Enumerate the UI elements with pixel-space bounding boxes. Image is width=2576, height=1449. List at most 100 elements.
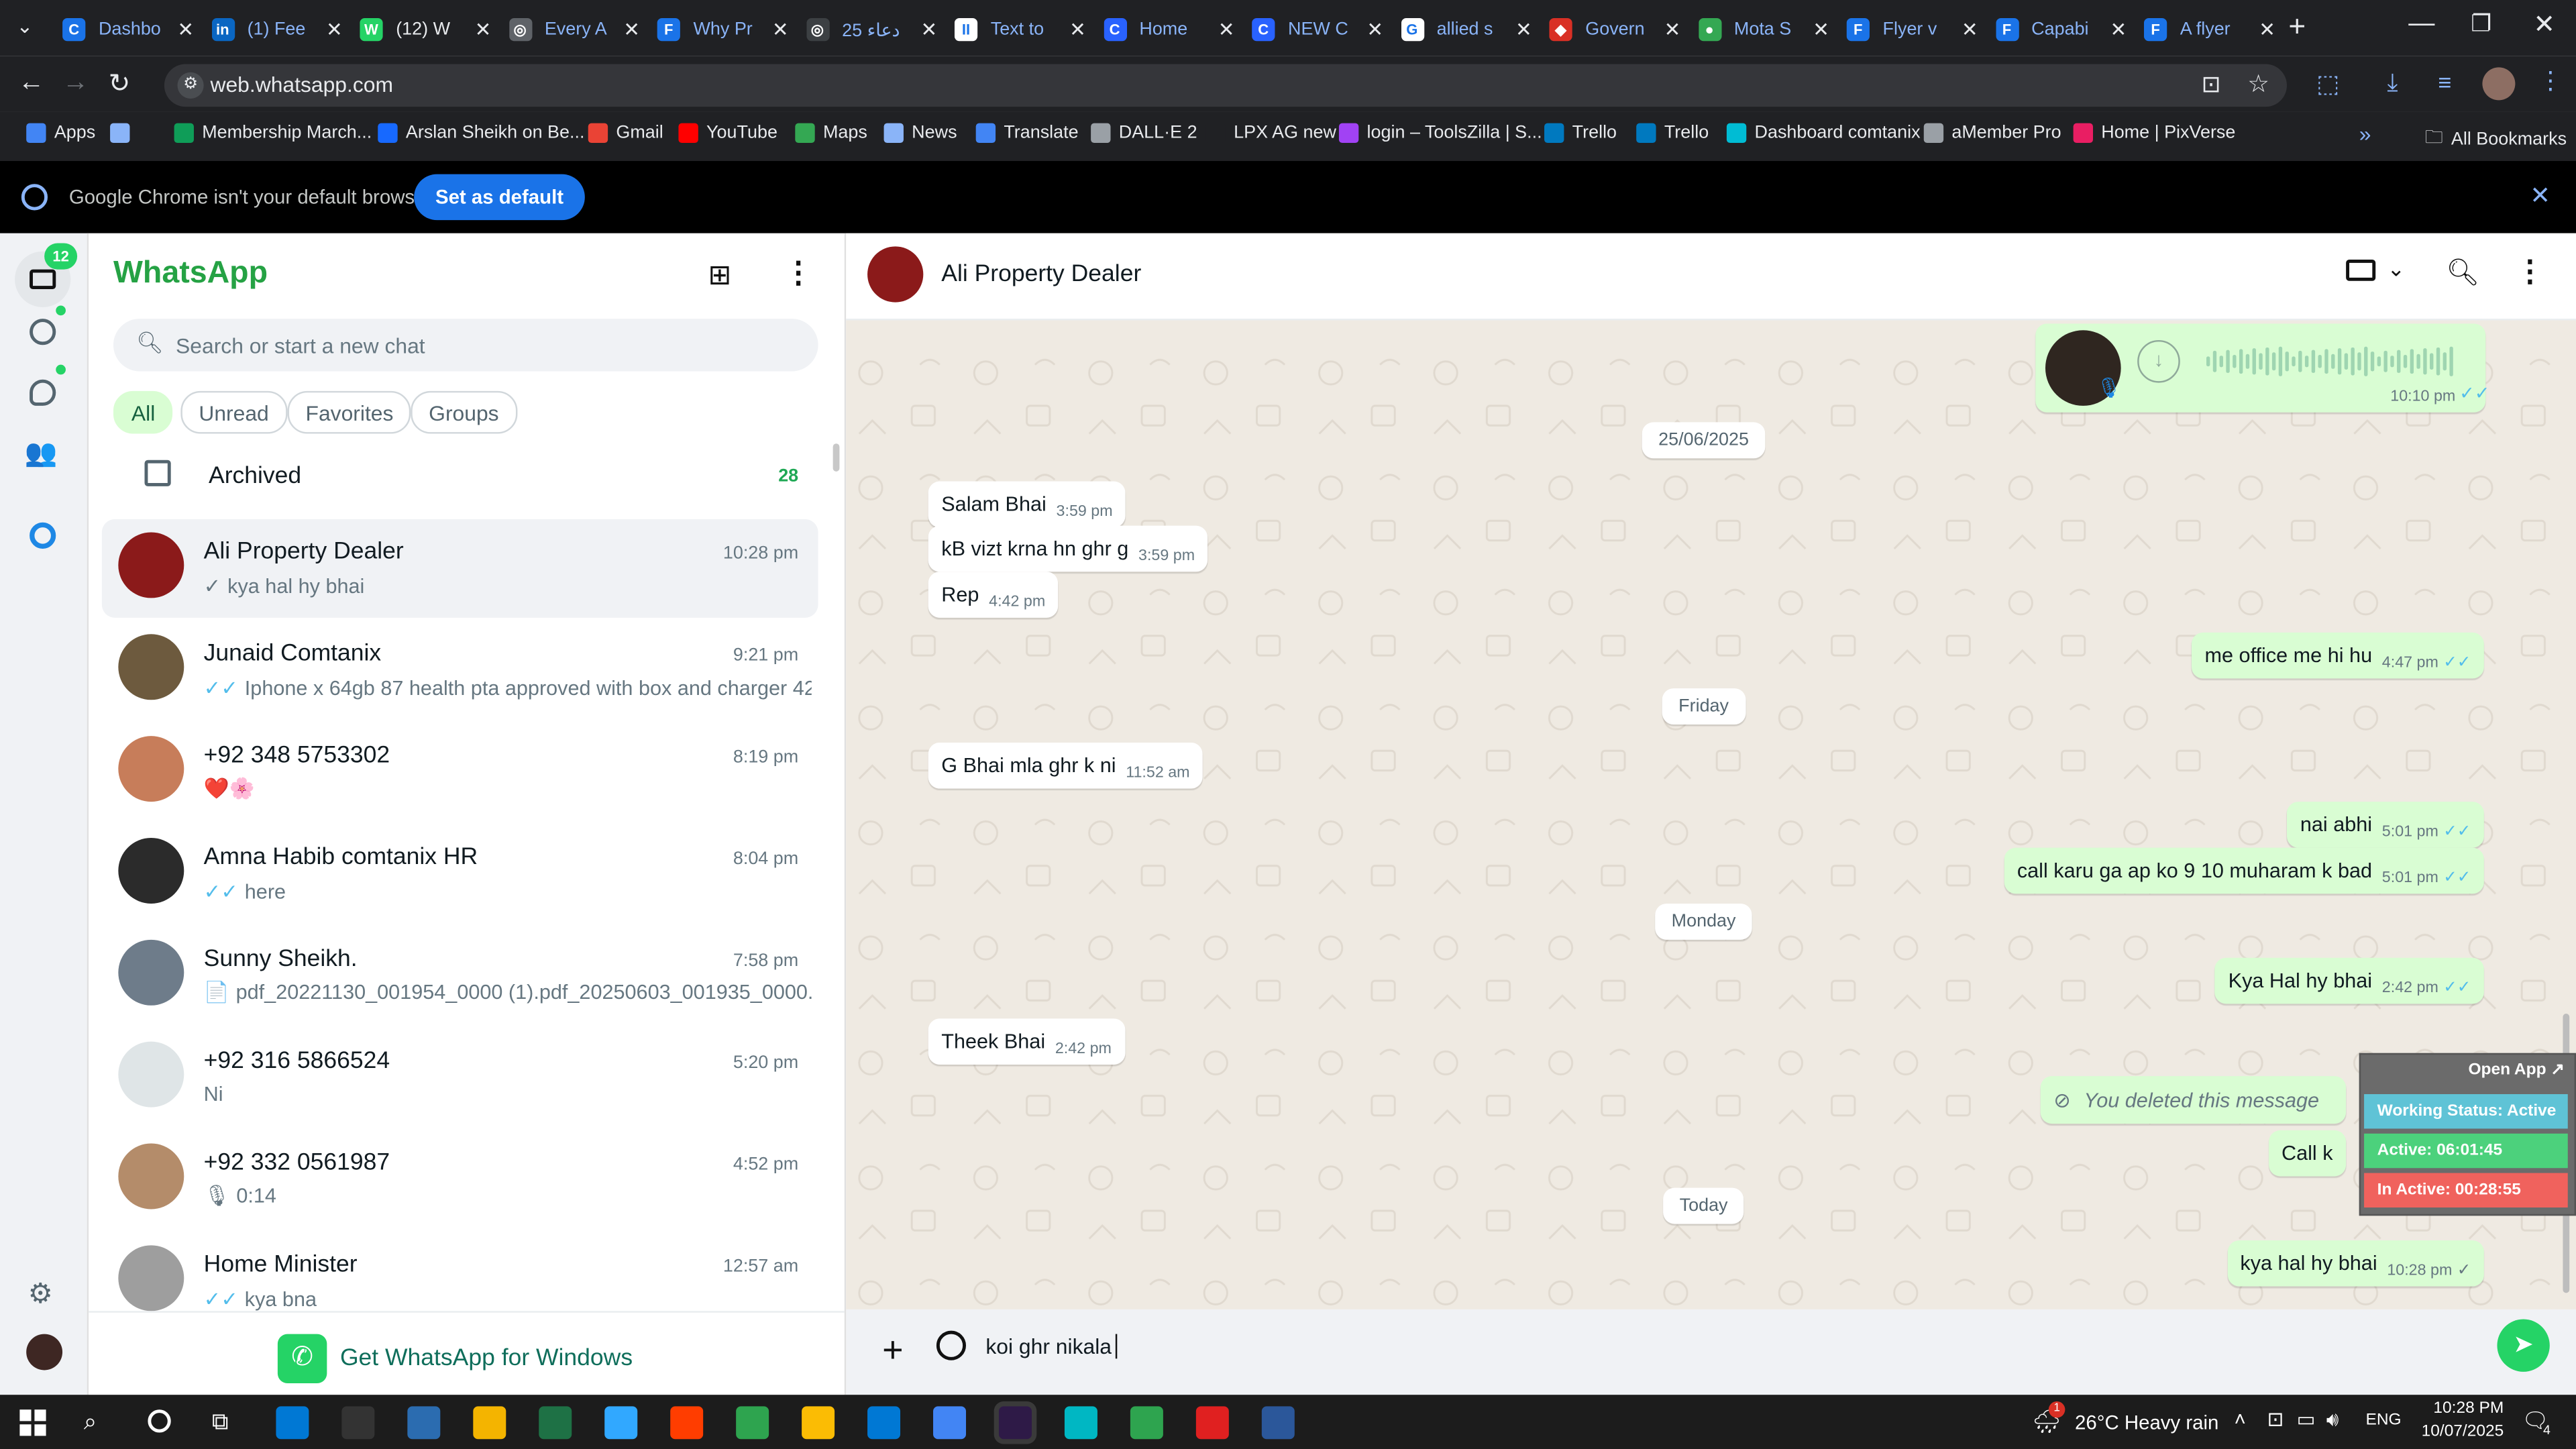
- bookmark-item[interactable]: Trello: [1544, 123, 1617, 144]
- bookmark-star-icon[interactable]: ☆: [2247, 69, 2269, 99]
- browser-tab[interactable]: C Dashbo ✕: [62, 10, 194, 50]
- tab-close-icon[interactable]: ✕: [1218, 18, 1235, 41]
- tab-close-icon[interactable]: ✕: [1664, 18, 1681, 41]
- pen-icon[interactable]: [341, 1406, 375, 1440]
- communities-icon[interactable]: 👥: [25, 437, 58, 470]
- open-app-link[interactable]: Open App ↗: [2468, 1061, 2564, 1079]
- browser-tab[interactable]: in (1) Fee ✕: [211, 10, 343, 50]
- premiere-icon[interactable]: [1064, 1406, 1097, 1440]
- chrome-icon[interactable]: [867, 1406, 901, 1440]
- terminal-icon[interactable]: [407, 1406, 441, 1440]
- set-default-button[interactable]: Set as default: [414, 174, 585, 221]
- bookmark-item[interactable]: login – ToolsZilla | S...: [1338, 123, 1542, 144]
- file-explorer-icon[interactable]: [539, 1406, 572, 1440]
- chat-list-scrollbar[interactable]: [833, 443, 840, 472]
- media-icon[interactable]: ≡: [2438, 69, 2451, 95]
- photoshop-icon[interactable]: [670, 1406, 704, 1440]
- bookmark-item[interactable]: Dashboard comtanix: [1726, 123, 1921, 144]
- channels-icon[interactable]: [30, 379, 56, 406]
- bookmark-item[interactable]: [110, 123, 138, 144]
- filter-favorites[interactable]: Favorites: [287, 390, 412, 434]
- status-icon[interactable]: [30, 319, 56, 345]
- chat-list-item[interactable]: Amna Habib comtanix HR 8:04 pm ✓✓ here: [102, 824, 818, 923]
- forward-button[interactable]: →: [62, 69, 89, 99]
- outgoing-message[interactable]: Kya Hal hy bhai 2:42 pm ✓✓: [2215, 957, 2484, 1004]
- browser-tab[interactable]: C NEW C ✕: [1252, 10, 1383, 50]
- tab-close-icon[interactable]: ✕: [1366, 18, 1383, 41]
- browser-tab[interactable]: ● Mota S ✕: [1698, 10, 1829, 50]
- browser-tab[interactable]: W (12) W ✕: [360, 10, 491, 50]
- network-icon[interactable]: ▭: [2297, 1408, 2316, 1431]
- send-button[interactable]: ➤: [2497, 1319, 2550, 1372]
- illustrator-icon[interactable]: [736, 1406, 769, 1440]
- tab-close-icon[interactable]: ✕: [177, 18, 194, 41]
- bookmark-item[interactable]: Translate: [975, 123, 1079, 144]
- meta-ai-icon[interactable]: [30, 522, 56, 549]
- browser-tab[interactable]: ◆ Govern ✕: [1549, 10, 1680, 50]
- clock-date[interactable]: 10/07/2025: [2405, 1423, 2504, 1441]
- browser-tab[interactable]: F Flyer v ✕: [1846, 10, 1978, 50]
- attach-plus-icon[interactable]: +: [882, 1329, 903, 1372]
- extensions-icon[interactable]: ⬚: [2316, 69, 2340, 99]
- tab-close-icon[interactable]: ✕: [623, 18, 640, 41]
- close-window-button[interactable]: ✕: [2533, 8, 2555, 41]
- excel-icon[interactable]: [604, 1406, 638, 1440]
- filter-all[interactable]: All: [113, 390, 174, 434]
- bookmark-item[interactable]: Arslan Sheikh on Be...: [378, 123, 584, 144]
- contact-avatar[interactable]: [867, 246, 924, 303]
- chat-list-item[interactable]: Ali Property Dealer 10:28 pm ✓ kya hal hy b…: [101, 519, 818, 618]
- bookmark-item[interactable]: LPX AG new: [1205, 123, 1336, 144]
- app2-icon[interactable]: [1130, 1406, 1163, 1440]
- weather-text[interactable]: 26°C Heavy rain: [2075, 1411, 2218, 1434]
- cortana-icon[interactable]: [148, 1409, 171, 1433]
- downloads-icon[interactable]: ⤓: [2387, 69, 2398, 97]
- chat-list-item[interactable]: +92 316 5866524 5:20 pm Ni: [102, 1028, 818, 1127]
- voice-message[interactable]: 🎙 ↓ 10:10 pm ✓✓: [2035, 323, 2489, 413]
- chrome-menu-icon[interactable]: ⋮: [2538, 66, 2563, 95]
- tab-close-icon[interactable]: ✕: [2259, 18, 2275, 41]
- restore-button[interactable]: ❐: [2471, 10, 2491, 38]
- tab-close-icon[interactable]: ✕: [1515, 18, 1532, 41]
- chrome-active-icon[interactable]: [998, 1406, 1032, 1440]
- menu-icon[interactable]: ⋮: [784, 256, 813, 290]
- tab-close-icon[interactable]: ✕: [772, 18, 789, 41]
- tray-chevron-icon[interactable]: ˄: [2235, 1408, 2246, 1431]
- tab-close-icon[interactable]: ✕: [326, 18, 343, 41]
- tab-search-chevron-icon[interactable]: ⌄: [16, 15, 33, 38]
- browser-tab[interactable]: C Home ✕: [1103, 10, 1234, 50]
- new-chat-icon[interactable]: ⊞: [708, 260, 732, 292]
- clock-time[interactable]: 10:28 PM: [2418, 1400, 2504, 1418]
- bookmark-item[interactable]: Maps: [795, 123, 867, 144]
- video-call-icon[interactable]: [2346, 259, 2376, 281]
- chat-list-item[interactable]: +92 332 0561987 4:52 pm 🎙 0:14: [102, 1130, 818, 1229]
- browser-tab[interactable]: ◎ Every A ✕: [508, 10, 640, 50]
- chat-menu-icon[interactable]: ⋮: [2515, 255, 2544, 289]
- back-button[interactable]: ←: [18, 69, 44, 99]
- bookmark-item[interactable]: Trello: [1636, 123, 1709, 144]
- profile-icon[interactable]: [26, 1334, 63, 1371]
- tab-close-icon[interactable]: ✕: [1813, 18, 1829, 41]
- address-bar[interactable]: ⚙ web.whatsapp.com ⊡ ☆: [164, 64, 2287, 107]
- new-tab-button[interactable]: +: [2288, 10, 2306, 44]
- tab-close-icon[interactable]: ✕: [1069, 18, 1086, 41]
- outgoing-message[interactable]: kya hal hy bhai 10:28 pm ✓: [2226, 1240, 2484, 1287]
- browser-tab[interactable]: Gallied s ✕: [1400, 10, 1532, 50]
- incoming-message[interactable]: Salam Bhai 3:59 pm: [928, 481, 1126, 528]
- browser-tab[interactable]: F Capabi ✕: [1995, 10, 2127, 50]
- minimize-button[interactable]: —: [2408, 10, 2434, 40]
- browser-tab[interactable]: F Why Pr ✕: [657, 10, 789, 50]
- all-bookmarks[interactable]: 🗀 All Bookmarks: [2425, 123, 2567, 155]
- vscode-icon[interactable]: [933, 1406, 967, 1440]
- task-view-icon[interactable]: ⧉: [212, 1408, 228, 1436]
- sticker-icon[interactable]: [936, 1330, 967, 1360]
- tab-close-icon[interactable]: ✕: [921, 18, 938, 41]
- incoming-message[interactable]: Theek Bhai 2:42 pm: [928, 1018, 1125, 1065]
- app-icon[interactable]: [802, 1406, 835, 1440]
- bookmark-item[interactable]: YouTube: [678, 123, 777, 144]
- settings-icon[interactable]: ⚙: [28, 1278, 53, 1311]
- tab-close-icon[interactable]: ✕: [2110, 18, 2127, 41]
- browser-tab[interactable]: F A flyer ✕: [2143, 10, 2275, 50]
- zoom-icon[interactable]: [473, 1406, 506, 1440]
- site-info-icon[interactable]: ⚙: [177, 72, 204, 99]
- search-box[interactable]: 🔍︎ Search or start a new chat: [113, 319, 818, 372]
